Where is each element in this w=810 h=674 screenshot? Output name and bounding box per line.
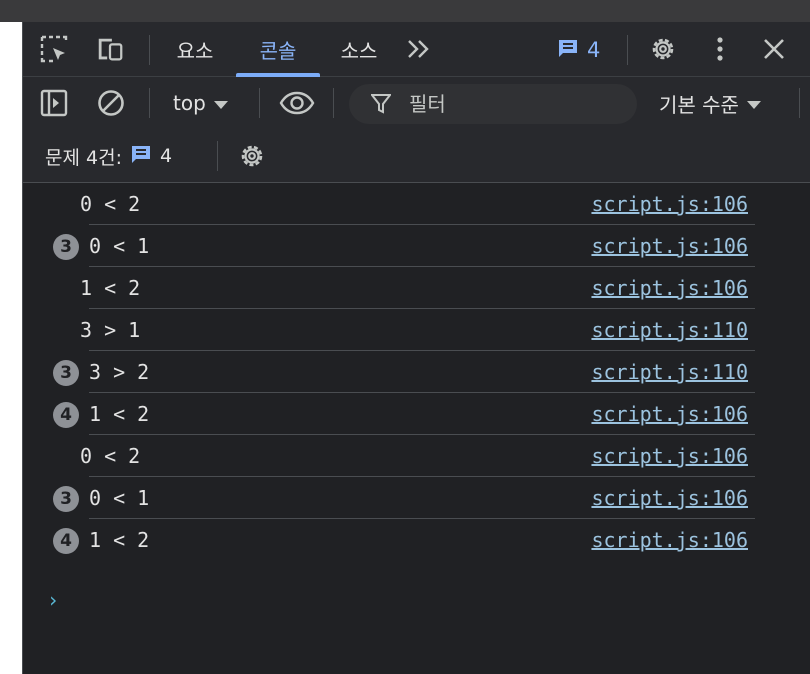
log-message: 0 < 2: [80, 444, 141, 468]
console-log-list: 0 < 2 script.js:106 3 0 < 1 script.js:106 1 <…: [23, 183, 810, 561]
issues-count: 4: [587, 38, 601, 62]
toolbar-divider: [149, 35, 150, 65]
context-label: top: [173, 91, 206, 115]
source-link[interactable]: script.js:106: [591, 225, 748, 267]
source-link[interactable]: script.js:106: [591, 519, 748, 561]
context-selector[interactable]: top: [173, 89, 228, 117]
issues-summary: 문제 4건: 4: [45, 142, 172, 170]
live-expression-eye-icon[interactable]: [279, 88, 315, 118]
issues-link[interactable]: 4: [130, 143, 172, 170]
tab-elements[interactable]: 요소: [163, 22, 227, 77]
console-toolbar: top 기본 수준: [23, 77, 810, 129]
settings-gear-icon[interactable]: [648, 34, 678, 64]
toolbar-divider: [799, 88, 800, 118]
source-link[interactable]: script.js:110: [591, 351, 748, 393]
console-log-row: 4 1 < 2 script.js:106: [23, 519, 810, 561]
source-link[interactable]: script.js:106: [591, 393, 748, 435]
console-log-row: 1 < 2 script.js:106: [23, 267, 810, 309]
console-log-row: 3 3 > 2 script.js:110: [23, 351, 810, 393]
source-link[interactable]: script.js:106: [591, 183, 748, 225]
repeat-count-badge: 4: [53, 402, 79, 428]
issues-bar-count: 4: [159, 145, 173, 167]
filter-input[interactable]: [407, 91, 631, 117]
log-levels-dropdown[interactable]: 기본 수준: [659, 89, 761, 117]
close-icon[interactable]: [759, 34, 789, 64]
issues-settings-gear-icon[interactable]: [237, 141, 267, 171]
issues-bar: 문제 4건: 4: [23, 129, 810, 183]
console-log-row: 4 1 < 2 script.js:106: [23, 393, 810, 435]
log-message: 1 < 2: [80, 276, 141, 300]
log-message: 3 > 2: [89, 360, 150, 384]
toolbar-divider: [149, 88, 150, 118]
window-top-bar: [0, 0, 810, 22]
log-message: 0 < 1: [89, 234, 150, 258]
console-prompt[interactable]: ›: [47, 588, 59, 612]
source-link[interactable]: script.js:106: [591, 435, 748, 477]
issues-button[interactable]: 4: [557, 36, 600, 64]
devtools-tab-bar: 요소 콘솔 소스 4: [23, 22, 810, 77]
devtools-panel: 요소 콘솔 소스 4 top 필터 기본 수준 문제 4건: 4 0 < 2 s…: [22, 22, 810, 674]
console-log-row: 0 < 2 script.js:106: [23, 183, 810, 225]
console-log-row: 0 < 2 script.js:106: [23, 435, 810, 477]
message-icon: [557, 37, 579, 64]
repeat-count-badge: 3: [53, 360, 79, 386]
device-toolbar-icon[interactable]: [95, 34, 125, 64]
tab-sources[interactable]: 소스: [327, 22, 391, 77]
toolbar-divider: [627, 35, 628, 65]
console-log-row: 3 > 1 script.js:110: [23, 309, 810, 351]
filter-box[interactable]: [349, 84, 637, 124]
log-message: 1 < 2: [89, 528, 150, 552]
log-message: 1 < 2: [89, 402, 150, 426]
source-link[interactable]: script.js:106: [591, 267, 748, 309]
filter-icon: [371, 93, 391, 115]
log-message: 3 > 1: [80, 318, 141, 342]
clear-console-icon[interactable]: [96, 88, 126, 118]
more-vert-icon[interactable]: [705, 34, 735, 64]
toolbar-divider: [217, 141, 218, 171]
source-link[interactable]: script.js:106: [591, 477, 748, 519]
page-left-strip: [0, 22, 22, 674]
toolbar-divider: [333, 88, 334, 118]
repeat-count-badge: 3: [53, 234, 79, 260]
log-levels-label: 기본 수준: [659, 92, 739, 117]
repeat-count-badge: 4: [53, 528, 79, 554]
chevron-down-icon: [746, 91, 761, 115]
more-tabs-icon[interactable]: [404, 34, 434, 64]
message-icon: [130, 143, 152, 170]
log-message: 0 < 2: [80, 192, 141, 216]
source-link[interactable]: script.js:110: [591, 309, 748, 351]
log-message: 0 < 1: [89, 486, 150, 510]
tab-console[interactable]: 콘솔: [236, 22, 320, 77]
console-log-row: 3 0 < 1 script.js:106: [23, 477, 810, 519]
issues-label: 문제 4건:: [45, 146, 122, 169]
console-log-row: 3 0 < 1 script.js:106: [23, 225, 810, 267]
sidebar-toggle-icon[interactable]: [39, 88, 69, 118]
toolbar-divider: [259, 88, 260, 118]
inspect-element-icon[interactable]: [39, 34, 69, 64]
repeat-count-badge: 3: [53, 486, 79, 512]
chevron-down-icon: [213, 91, 228, 115]
